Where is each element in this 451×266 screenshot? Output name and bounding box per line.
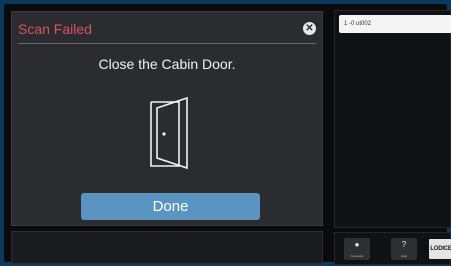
done-button[interactable]: Done — [81, 193, 260, 220]
open-door-icon — [150, 96, 188, 170]
right-toolbar: ● Computer ? Help LODICE — [334, 232, 451, 265]
help-button[interactable]: ? Help — [391, 238, 417, 260]
scan-failed-dialog: Scan Failed ✕ Close the Cabin Door. Done — [11, 11, 323, 226]
help-icon: ? — [401, 240, 407, 249]
help-label: Help — [400, 254, 408, 258]
close-icon[interactable]: ✕ — [303, 22, 316, 35]
title-divider — [18, 43, 316, 44]
list-item[interactable]: 1 -0 ut002 — [339, 15, 451, 33]
app-frame: Scan Failed ✕ Close the Cabin Door. Done… — [4, 4, 451, 265]
brand-logo: LODICE — [429, 239, 451, 259]
dialog-message: Close the Cabin Door. — [98, 56, 236, 72]
computer-label: Computer — [350, 254, 364, 258]
scan-list-panel: 1 -0 ut002 — [334, 10, 451, 228]
bottom-status-bar — [11, 231, 323, 264]
computer-button[interactable]: ● Computer — [344, 238, 370, 260]
dialog-title: Scan Failed — [18, 21, 92, 37]
computer-icon: ● — [354, 240, 360, 249]
